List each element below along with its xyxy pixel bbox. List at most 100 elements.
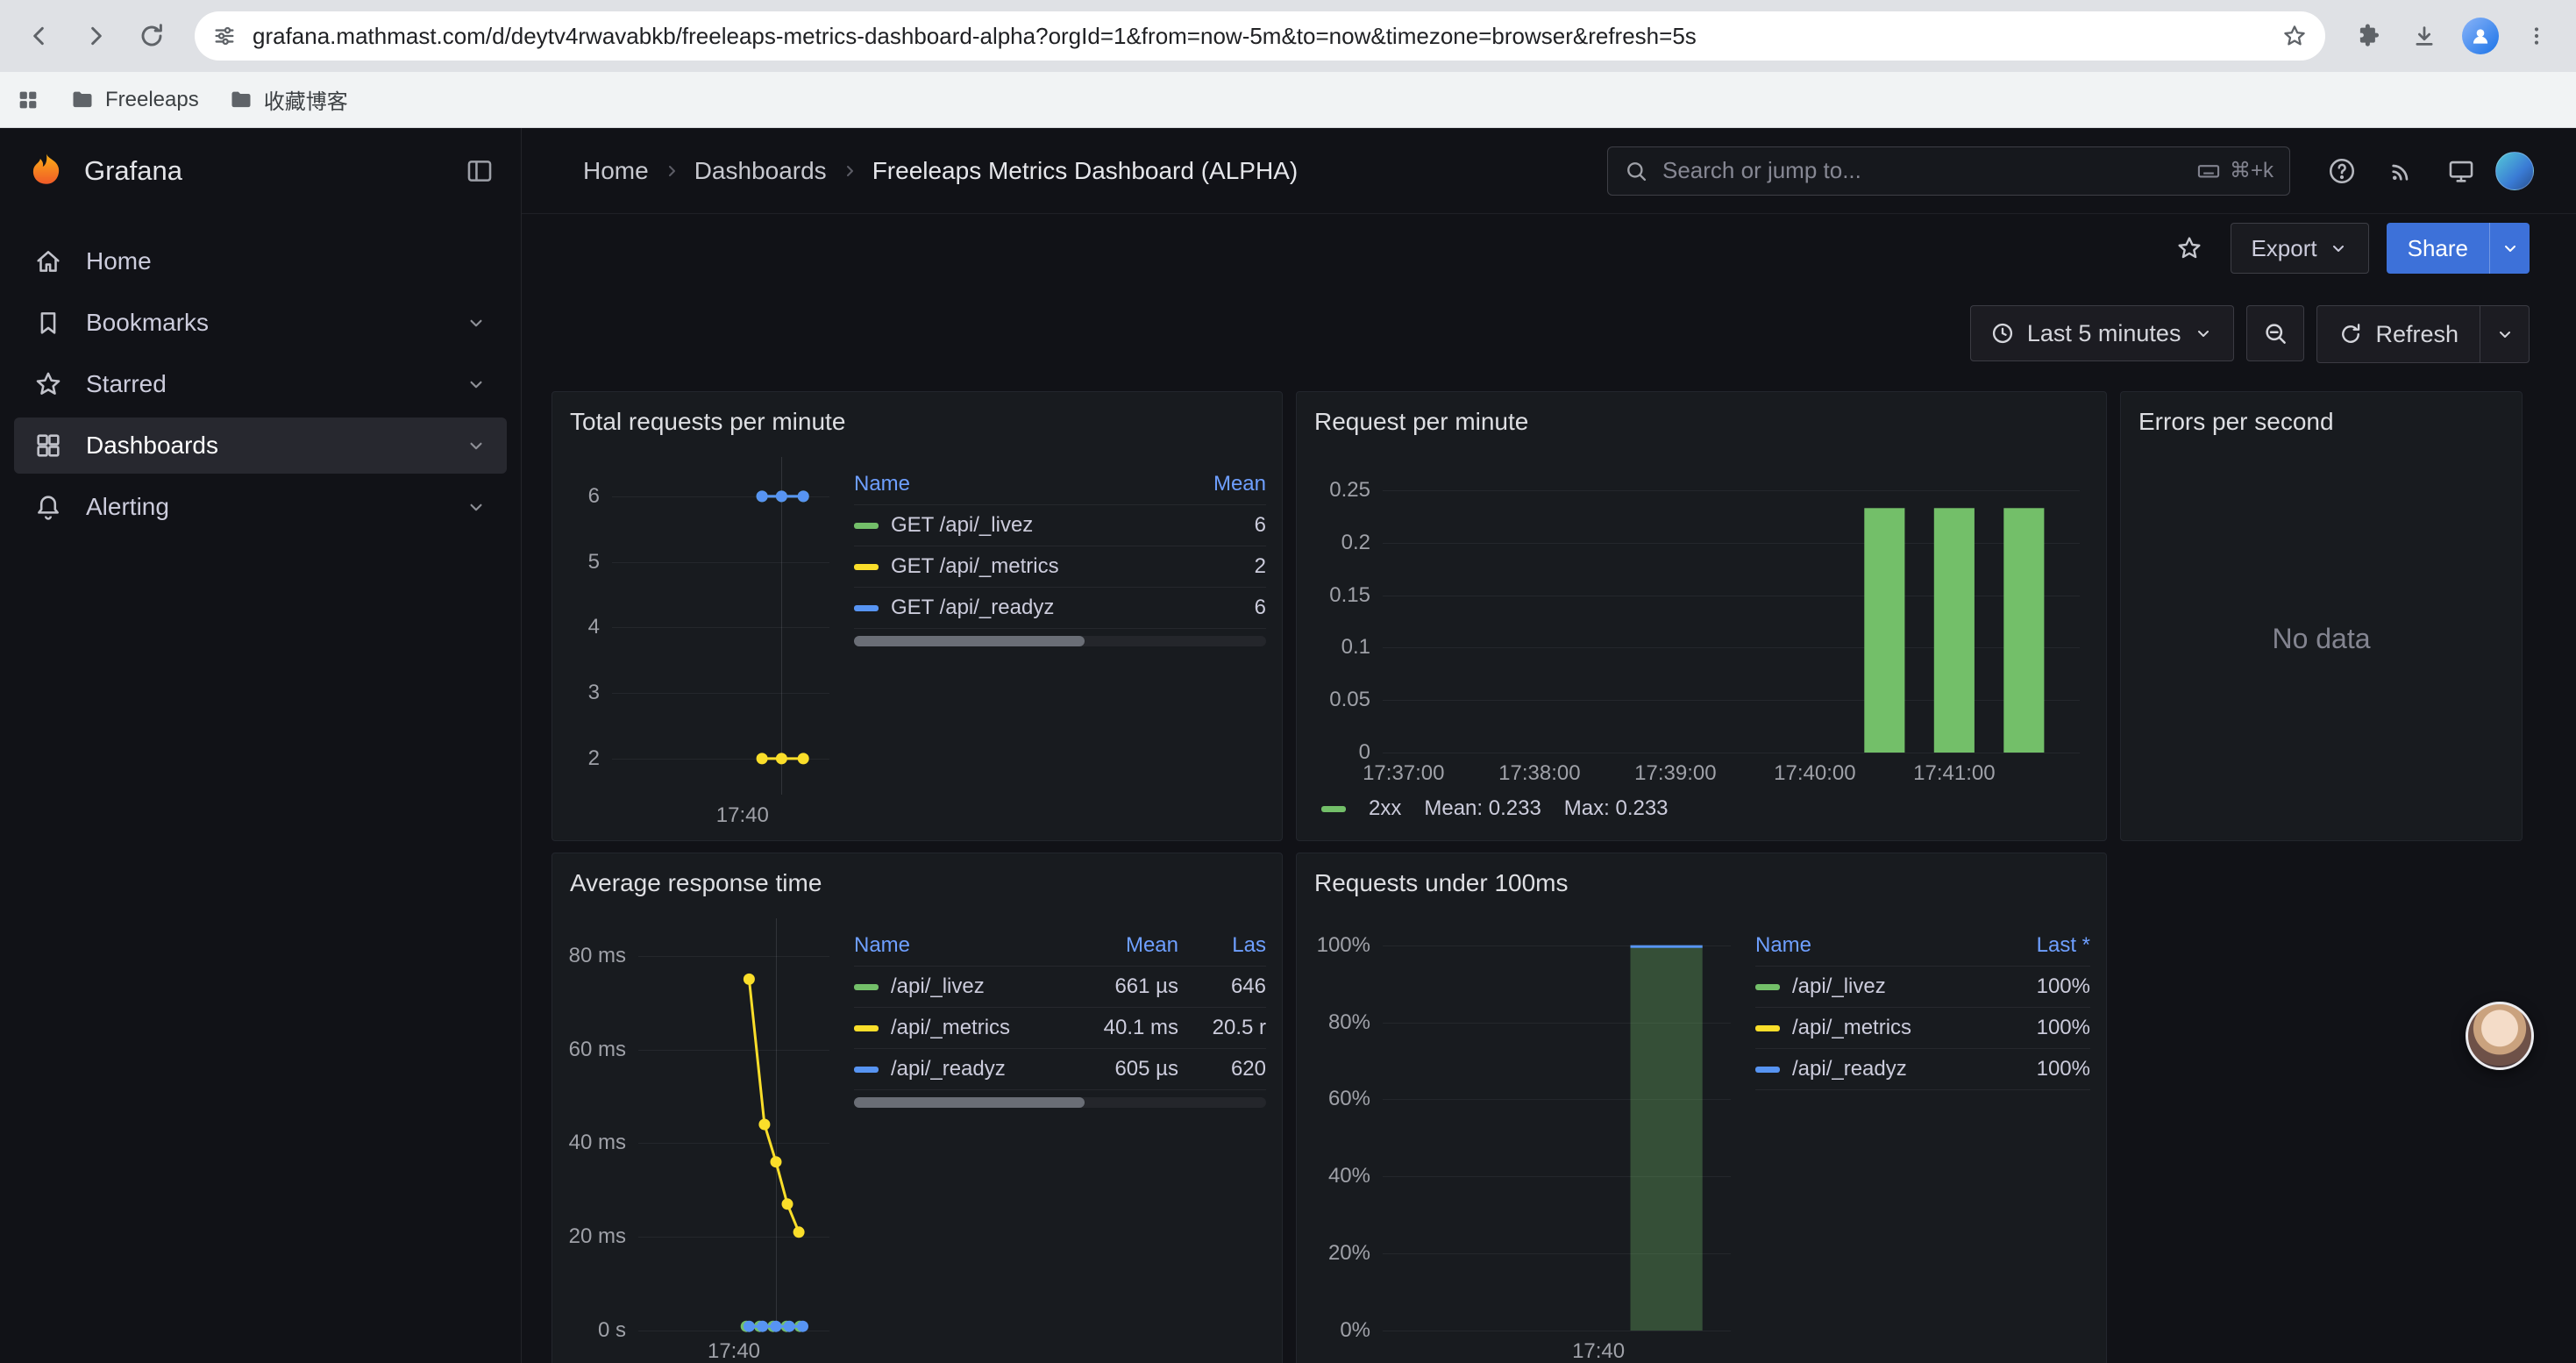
bookmark-folder-blogs[interactable]: 收藏博客 (229, 84, 348, 115)
clock-icon (1990, 321, 2015, 346)
browser-menu-icon[interactable] (2511, 11, 2562, 61)
folder-icon (229, 88, 253, 112)
time-range-picker[interactable]: Last 5 minutes (1970, 305, 2235, 361)
refresh-button[interactable]: Refresh (2316, 305, 2530, 363)
series-value: 6 (1161, 513, 1266, 538)
refresh-icon (2338, 322, 2363, 346)
site-info-icon[interactable] (212, 24, 237, 48)
download-icon[interactable] (2399, 11, 2450, 61)
sidebar-item-alerting[interactable]: Alerting (14, 479, 507, 535)
dashboards-icon (33, 431, 63, 460)
favorite-star-icon[interactable] (2166, 225, 2213, 272)
back-icon[interactable] (14, 11, 65, 61)
chart-plot[interactable] (1313, 448, 2090, 788)
content-header: Home Dashboards Freeleaps Metrics Dashbo… (522, 128, 2576, 214)
legend-header[interactable]: Las (1178, 933, 1266, 958)
sidebar-item-home[interactable]: Home (14, 233, 507, 289)
chevron-down-icon[interactable] (465, 434, 487, 457)
breadcrumb-home[interactable]: Home (583, 157, 649, 185)
app-brand[interactable]: Grafana (84, 155, 182, 187)
url-bar[interactable] (195, 11, 2325, 61)
legend-row[interactable]: /api/_livez100% (1755, 967, 2090, 1008)
series-name[interactable]: /api/_livez (1755, 974, 1968, 999)
legend-header[interactable]: Name (1755, 933, 1968, 958)
export-button[interactable]: Export (2231, 223, 2368, 274)
sidebar-item-label: Home (86, 247, 152, 275)
legend-header[interactable]: Name (854, 933, 1047, 958)
series-value: 20.5 r (1178, 1016, 1266, 1040)
legend-row[interactable]: GET /api/_metrics2 (854, 546, 1266, 588)
chevron-down-icon[interactable] (465, 496, 487, 518)
search-input[interactable] (1661, 156, 2184, 185)
grafana-user-avatar[interactable] (2495, 152, 2534, 190)
refresh-interval-caret[interactable] (2480, 306, 2529, 362)
legend-row[interactable]: /api/_metrics100% (1755, 1008, 2090, 1049)
zoom-out-button[interactable] (2246, 305, 2304, 361)
bookmark-icon (33, 308, 63, 338)
series-name[interactable]: GET /api/_metrics (854, 554, 1161, 579)
apps-shortcut-icon[interactable] (16, 88, 40, 112)
legend-header[interactable]: Mean (1161, 472, 1266, 496)
legend-header[interactable]: Last * (1968, 933, 2090, 958)
legend-scrollbar[interactable] (854, 1097, 1266, 1108)
sidebar-item-bookmarks[interactable]: Bookmarks (14, 295, 507, 351)
scrollbar-thumb[interactable] (854, 1097, 1085, 1108)
extensions-icon[interactable] (2343, 11, 2394, 61)
search-box[interactable]: ⌘+k (1607, 146, 2290, 196)
url-input[interactable] (251, 22, 2267, 51)
sidebar-item-dashboards[interactable]: Dashboards (14, 417, 507, 474)
series-name[interactable]: /api/_livez (854, 974, 1047, 999)
series-name[interactable]: /api/_metrics (854, 1016, 1047, 1040)
series-name[interactable]: 2xx (1369, 796, 1401, 821)
legend-row[interactable]: GET /api/_readyz6 (854, 588, 1266, 629)
sidebar-item-starred[interactable]: Starred (14, 356, 507, 412)
chevron-down-icon[interactable] (465, 311, 487, 334)
legend-row[interactable]: GET /api/_livez6 (854, 505, 1266, 546)
reload-icon[interactable] (126, 11, 177, 61)
star-icon (33, 369, 63, 399)
legend-row[interactable]: /api/_readyz605 µs620 (854, 1049, 1266, 1090)
legend-header[interactable]: Name (854, 472, 1161, 496)
legend-row[interactable]: /api/_metrics40.1 ms20.5 r (854, 1008, 1266, 1049)
bookmark-folder-freeleaps[interactable]: Freeleaps (70, 88, 199, 112)
breadcrumb: Home Dashboards Freeleaps Metrics Dashbo… (583, 157, 1298, 185)
chart-plot[interactable] (1313, 910, 1741, 1363)
legend-header[interactable]: Mean (1047, 933, 1178, 958)
chart-plot[interactable] (568, 910, 840, 1363)
scrollbar-thumb[interactable] (854, 636, 1085, 646)
series-name[interactable]: /api/_readyz (1755, 1057, 1968, 1081)
sidebar-item-label: Starred (86, 370, 167, 398)
help-icon[interactable] (2316, 146, 2367, 196)
series-name[interactable]: GET /api/_readyz (854, 596, 1161, 620)
series-name[interactable]: /api/_metrics (1755, 1016, 1968, 1040)
bookmark-star-icon[interactable] (2281, 23, 2308, 49)
sidebar-toggle-icon[interactable] (465, 156, 495, 186)
chart-plot[interactable] (568, 448, 840, 830)
legend-row[interactable]: /api/_readyz100% (1755, 1049, 2090, 1090)
monitor-icon[interactable] (2436, 146, 2487, 196)
series-name[interactable]: GET /api/_livez (854, 513, 1161, 538)
forward-icon[interactable] (70, 11, 121, 61)
panel-title[interactable]: Request per minute (1297, 392, 2106, 445)
share-caret-icon[interactable] (2489, 223, 2530, 274)
series-name[interactable]: /api/_readyz (854, 1057, 1047, 1081)
legend-inline[interactable]: 2xx Mean: 0.233 Max: 0.233 (1313, 788, 2090, 830)
news-icon[interactable] (2376, 146, 2427, 196)
panel-title[interactable]: Errors per second (2121, 392, 2522, 445)
total-requests-chart: 6543217:40 (568, 448, 840, 830)
series-value: 100% (1968, 1016, 2090, 1040)
floating-avatar[interactable] (2466, 1002, 2534, 1070)
browser-profile-avatar[interactable] (2455, 11, 2506, 61)
breadcrumb-dashboards[interactable]: Dashboards (694, 157, 827, 185)
legend-row[interactable]: /api/_livez661 µs646 (854, 967, 1266, 1008)
chevron-down-icon[interactable] (465, 373, 487, 396)
sidebar-nav: Home Bookmarks Starred Dashboards Alerti… (0, 214, 521, 554)
panel-title[interactable]: Requests under 100ms (1297, 853, 2106, 906)
share-button[interactable]: Share (2387, 223, 2530, 274)
legend-table: NameMeanLas/api/_livez661 µs646/api/_met… (854, 910, 1266, 1363)
legend-scrollbar[interactable] (854, 636, 1266, 646)
grafana-logo-icon[interactable] (26, 151, 67, 191)
panel-title[interactable]: Average response time (552, 853, 1282, 906)
panel-title[interactable]: Total requests per minute (552, 392, 1282, 445)
folder-icon (70, 88, 95, 112)
